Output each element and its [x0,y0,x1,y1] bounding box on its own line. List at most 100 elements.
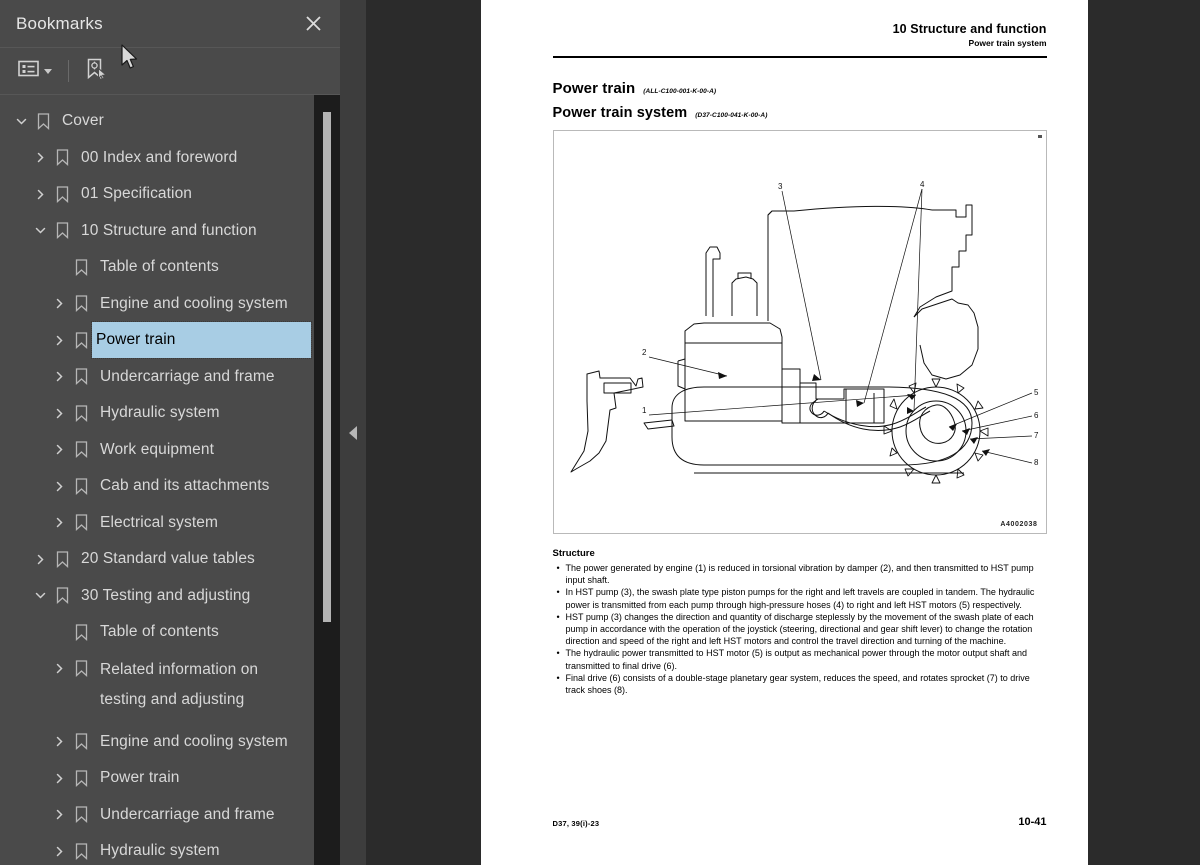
bookmark-icon [51,213,73,249]
chevron-right-icon[interactable] [48,651,70,687]
bookmark-icon [70,833,92,865]
bookmark-icon [70,432,92,468]
bulldozer-line-drawing: 2 1 3 4 5 6 7 8 [570,180,1039,484]
bookmark-icon [51,541,73,577]
bookmark-item[interactable]: Power train [0,760,340,797]
figure-id: A4002038 [1000,521,1038,528]
bookmarks-panel-header: Bookmarks [0,0,340,47]
chevron-right-icon[interactable] [48,833,70,865]
heading1-text: Power train [552,80,636,97]
bookmark-item[interactable]: Hydraulic system [0,833,340,865]
structure-bullet: • The power generated by engine (1) is re… [553,562,1045,586]
bullet-text: The hydraulic power transmitted to HST m… [565,648,1028,671]
bookmark-item[interactable]: Cab and its attachments [0,468,340,505]
document-page: 10 Structure and function Power train sy… [480,0,1088,865]
callout-3: 3 [778,182,783,191]
bullet-dot: • [556,672,560,683]
bookmark-icon [32,103,54,139]
chevron-down-icon [44,68,52,74]
bookmark-item[interactable]: Engine and cooling system [0,286,340,323]
bookmark-item[interactable]: Undercarriage and frame [0,359,340,396]
bookmark-item[interactable]: Related information on testing and adjus… [0,651,340,724]
bookmarks-scrollbar[interactable] [314,95,340,865]
bookmark-label: Hydraulic system [100,842,220,859]
bookmark-icon [70,505,92,541]
bookmark-item[interactable]: Electrical system [0,505,340,542]
chevron-down-icon[interactable] [10,103,32,139]
chevron-right-icon[interactable] [48,760,70,796]
figure-power-train-diagram: 2 1 3 4 5 6 7 8 A4002038 [552,130,1047,534]
chevron-right-icon[interactable] [48,724,70,760]
bookmark-item[interactable]: 01 Specification [0,176,340,213]
bookmark-item[interactable]: 30 Testing and adjusting [0,578,340,615]
bookmark-icon [51,176,73,212]
bookmarks-panel: Bookmarks Cover 00 Index and foreword 01… [0,0,340,865]
bookmark-label: 10 Structure and function [81,221,257,239]
bookmark-item[interactable]: Table of contents [0,614,340,651]
new-bookmark-icon [85,58,108,85]
chevron-right-icon[interactable] [48,468,70,504]
bookmark-label: 30 Testing and adjusting [81,586,251,604]
chevron-down-icon[interactable] [29,578,51,614]
bookmark-item[interactable]: Hydraulic system [0,395,340,432]
structure-bullet: • In HST pump (3), the swash plate type p… [553,586,1045,610]
header-section: Power train system [968,38,1047,48]
bookmark-item[interactable]: Table of contents [0,249,340,286]
structure-section-title: Structure [552,548,595,559]
bookmarks-tree[interactable]: Cover 00 Index and foreword 01 Specificati… [0,95,340,865]
bullet-text: The power generated by engine (1) is red… [565,563,1034,586]
chevron-right-icon[interactable] [48,505,70,541]
chevron-right-icon[interactable] [48,395,70,431]
bullet-dot: • [556,587,560,598]
bookmark-item[interactable]: Power train [0,321,340,359]
bookmark-item[interactable]: Undercarriage and frame [0,797,340,834]
bookmark-icon [51,578,73,614]
list-options-icon [18,60,39,82]
bookmark-item[interactable]: 10 Structure and function [0,213,340,250]
bookmark-label: 01 Specification [81,185,193,202]
bookmark-item[interactable]: 20 Standard value tables [0,541,340,578]
scrollbar-thumb[interactable] [323,112,331,622]
bookmark-label: Table of contents [100,623,219,640]
bookmark-item[interactable]: Work equipment [0,432,340,469]
structure-bullet: • Final drive (6) consists of a double-st… [553,672,1045,696]
callout-1: 1 [642,406,647,415]
chevron-down-icon[interactable] [29,213,51,249]
bookmark-label: 00 Index and foreword [81,148,238,166]
callout-2: 2 [642,348,647,357]
bookmark-icon [70,249,92,285]
bookmark-icon [70,468,92,504]
heading2-text: Power train system [552,105,688,121]
bookmark-icon [70,760,92,796]
bookmark-icon [70,614,92,650]
chevron-right-icon[interactable] [29,541,51,577]
heading2-code: (D37-C100-041-K-00-A) [695,112,768,119]
bookmark-item[interactable]: 00 Index and foreword [0,140,340,177]
chevron-right-icon[interactable] [29,140,51,176]
footer-document-code: D37, 39(i)-23 [552,819,600,828]
bookmark-label: Hydraulic system [100,404,220,421]
bookmark-item[interactable]: Engine and cooling system [0,724,340,761]
chevron-right-icon[interactable] [48,359,70,395]
bullet-text: Final drive (6) consists of a double-sta… [565,672,1030,696]
new-bookmark-button[interactable] [81,56,112,86]
document-viewer[interactable]: 10 Structure and function Power train sy… [366,0,1200,865]
bookmark-icon [70,322,92,358]
bullet-dot: • [556,563,560,573]
chevron-right-icon[interactable] [48,797,70,833]
chevron-right-icon[interactable] [48,322,70,358]
heading1-code: (ALL-C100-001-K-00-A) [643,88,717,95]
bookmark-label: Work equipment [100,440,214,458]
footer-page-number: 10-41 [1018,816,1047,828]
chevron-right-icon[interactable] [29,176,51,212]
chevron-right-icon[interactable] [48,432,70,468]
bookmark-item[interactable]: Cover [0,103,340,140]
close-icon[interactable] [300,11,326,37]
bullet-dot: • [556,611,560,622]
header-rule [552,56,1047,58]
list-options-button[interactable] [14,56,56,86]
panel-collapse-handle[interactable] [340,0,366,865]
bullet-text: HST pump (3) changes the direction and q… [565,611,1034,647]
chevron-right-icon[interactable] [48,286,70,322]
header-chapter: 10 Structure and function [892,22,1047,36]
